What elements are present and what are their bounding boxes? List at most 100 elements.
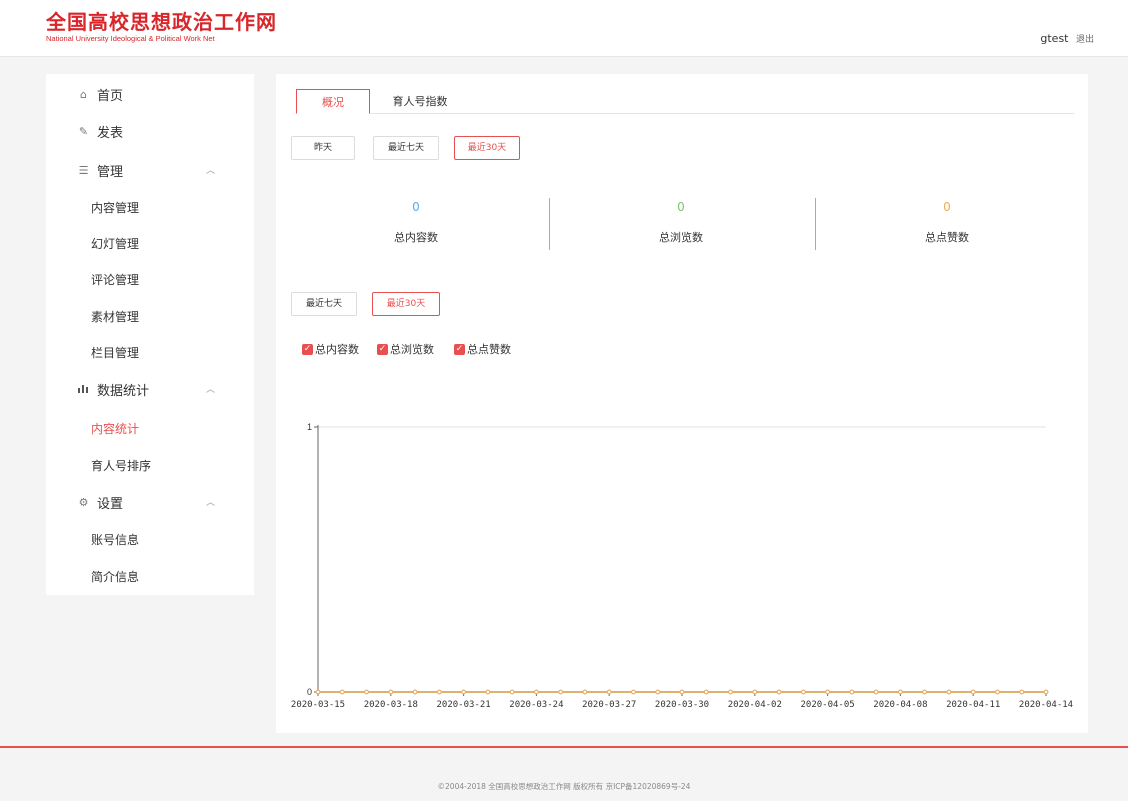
data-point — [898, 689, 903, 695]
legend-total-likes[interactable]: ✓ 总点赞数 — [454, 342, 511, 356]
logout-link[interactable]: 退出 — [1076, 35, 1094, 45]
sidebar-item-publish[interactable]: ✎ 发表 — [46, 113, 254, 149]
x-tick-label: 2020-03-30 — [655, 700, 709, 710]
bar-chart-icon — [76, 383, 91, 396]
data-point — [412, 689, 418, 695]
data-point — [801, 689, 806, 695]
data-point — [339, 689, 345, 695]
x-tick-label: 2020-03-24 — [509, 700, 563, 710]
sidebar-item-content-manage[interactable]: 内容管理 — [46, 189, 254, 225]
data-point — [873, 689, 879, 695]
chevron-up-icon: ︿ — [206, 166, 216, 176]
data-point — [922, 689, 927, 695]
data-point — [849, 689, 855, 695]
x-tick-label: 2020-04-14 — [1019, 700, 1073, 710]
stat-label: 总浏览数 — [659, 231, 703, 244]
document-icon: ☰ — [78, 163, 89, 177]
data-point — [703, 689, 709, 695]
sidebar-item-profile-info[interactable]: 简介信息 — [46, 558, 254, 594]
data-point — [970, 689, 976, 695]
sidebar-item-column-manage[interactable]: 栏目管理 — [46, 334, 254, 370]
sidebar-item-account-info[interactable]: 账号信息 — [46, 521, 254, 557]
range-30days-button[interactable]: 最近30天 — [454, 136, 520, 160]
data-point — [315, 689, 321, 695]
y-tick-label: 0 — [307, 687, 312, 697]
username[interactable]: gtest — [1040, 32, 1068, 45]
data-point — [728, 689, 733, 695]
range-yesterday-button[interactable]: 昨天 — [291, 136, 355, 160]
stat-value: 0 — [677, 200, 685, 214]
chevron-up-icon: ︿ — [206, 385, 216, 395]
data-point — [1019, 689, 1025, 695]
data-point — [825, 689, 830, 695]
sidebar-item-label: 管理 — [97, 164, 124, 180]
data-point — [679, 689, 685, 695]
sidebar-item-settings[interactable]: ⚙ 设置 ︿ — [46, 484, 254, 520]
data-point — [655, 689, 661, 695]
stat-total-likes: 0 总点赞数 — [815, 189, 1079, 245]
checkbox-checked-icon: ✓ — [302, 343, 313, 355]
x-tick-label: 2020-04-05 — [801, 700, 855, 710]
checkbox-checked-icon: ✓ — [454, 343, 465, 355]
range-7days-button[interactable]: 最近七天 — [373, 136, 439, 160]
user-area: gtest 退出 — [1040, 32, 1094, 45]
y-tick-label: 1 — [307, 422, 312, 432]
data-point — [631, 689, 636, 695]
x-tick-label: 2020-03-15 — [291, 700, 345, 710]
sidebar: ⌂ 首页 ✎ 发表 ☰ 管理 ︿ 内容管理 幻灯管理 评论管理 素材管理 栏目管… — [46, 74, 254, 595]
edit-icon: ✎ — [78, 124, 89, 138]
data-point — [1043, 689, 1049, 695]
legend-label: 总内容数 — [315, 343, 359, 356]
home-icon: ⌂ — [80, 87, 87, 101]
data-point — [364, 689, 369, 695]
sidebar-item-stats[interactable]: 数据统计 ︿ — [46, 371, 254, 407]
chevron-up-icon: ︿ — [206, 498, 216, 508]
data-point — [946, 689, 952, 695]
logo-title: 全国高校思想政治工作网 — [46, 10, 277, 34]
sidebar-item-ranking[interactable]: 育人号排序 — [46, 447, 254, 483]
data-point — [606, 689, 612, 695]
data-point — [582, 689, 588, 695]
stat-value: 0 — [412, 200, 420, 214]
site-logo[interactable]: 全国高校思想政治工作网 National University Ideologi… — [46, 10, 277, 43]
logo-subtitle: National University Ideological & Politi… — [46, 34, 215, 43]
data-point — [776, 689, 782, 695]
sidebar-item-slide-manage[interactable]: 幻灯管理 — [46, 225, 254, 261]
stat-total-views: 0 总浏览数 — [549, 189, 813, 245]
sidebar-item-home[interactable]: ⌂ 首页 — [46, 76, 254, 112]
data-point — [752, 689, 758, 695]
header: 全国高校思想政治工作网 National University Ideologi… — [0, 0, 1128, 57]
data-point — [995, 689, 1000, 695]
stat-label: 总点赞数 — [925, 231, 969, 244]
tab-index[interactable]: 育人号指数 — [380, 89, 460, 114]
sidebar-item-content-stats[interactable]: 内容统计 — [46, 410, 254, 446]
data-point — [558, 689, 563, 695]
data-point — [509, 689, 515, 695]
sidebar-item-label: 首页 — [97, 88, 124, 104]
copyright-text: ©2004-2018 全国高校思想政治工作网 版权所有 京ICP备1202086… — [437, 782, 691, 791]
legend-label: 总浏览数 — [390, 343, 434, 356]
x-tick-label: 2020-03-21 — [437, 700, 491, 710]
sidebar-item-manage[interactable]: ☰ 管理 ︿ — [46, 152, 254, 188]
legend-total-views[interactable]: ✓ 总浏览数 — [377, 342, 434, 356]
data-point — [485, 689, 491, 695]
chart-range-7days-button[interactable]: 最近七天 — [291, 292, 357, 316]
data-point — [437, 689, 442, 695]
data-point — [388, 689, 394, 695]
sidebar-item-material-manage[interactable]: 素材管理 — [46, 298, 254, 334]
chart-range-30days-button[interactable]: 最近30天 — [372, 292, 440, 316]
legend-total-content[interactable]: ✓ 总内容数 — [302, 342, 359, 356]
stat-total-content: 0 总内容数 — [284, 189, 548, 245]
sidebar-item-comment-manage[interactable]: 评论管理 — [46, 261, 254, 297]
tab-overview[interactable]: 概况 — [296, 89, 370, 114]
x-tick-label: 2020-03-18 — [364, 700, 418, 710]
checkbox-checked-icon: ✓ — [377, 343, 388, 355]
sidebar-item-label: 设置 — [97, 496, 124, 512]
legend-label: 总点赞数 — [467, 343, 511, 356]
data-point — [534, 689, 539, 695]
stat-label: 总内容数 — [394, 231, 438, 244]
footer: ©2004-2018 全国高校思想政治工作网 版权所有 京ICP备1202086… — [0, 746, 1128, 801]
line-chart: 0 1 2020-03-15 2020-03-18 2020-03-21 2020-03-… — [291, 422, 1073, 710]
gear-icon: ⚙ — [78, 495, 89, 509]
x-tick-label: 2020-03-27 — [582, 700, 636, 710]
